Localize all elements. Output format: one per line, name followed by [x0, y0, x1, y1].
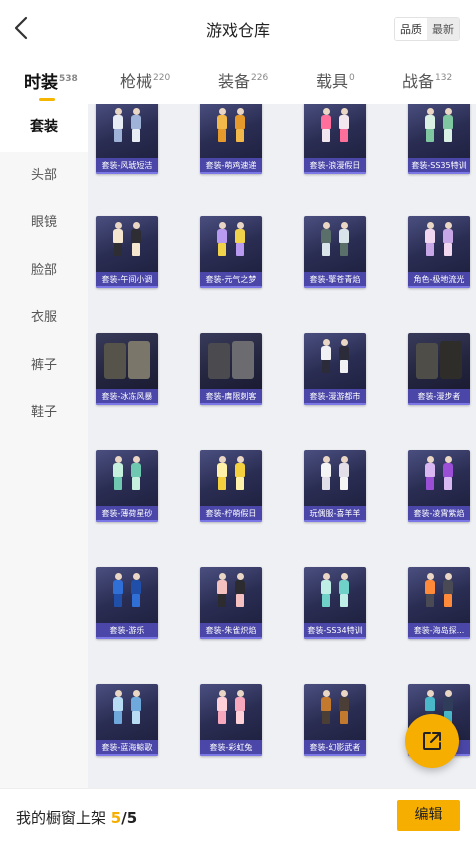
sidebar-item-glasses[interactable]: 眼镜 [0, 199, 88, 247]
tab-equipment[interactable]: 装备226 [218, 68, 268, 92]
item-card[interactable]: 玩偶服-喜羊羊 [304, 450, 366, 522]
item-label: 套装-SS35特训 [408, 158, 470, 174]
tab-guns[interactable]: 枪械220 [120, 68, 170, 92]
item-label: 套装-海岛探... [408, 623, 470, 639]
header: 游戏仓库 品质 最新 [0, 0, 476, 56]
tab-label: 枪械 [120, 72, 153, 91]
tab-label: 装备 [218, 72, 251, 91]
showcase-current-count: 5 [110, 809, 122, 827]
item-label: 套装-柠萌假日 [200, 506, 262, 522]
tab-fashion[interactable]: 时装538 [24, 68, 78, 101]
item-card[interactable]: 套装-午间小调 [96, 216, 158, 288]
item-card[interactable]: 套装-漫游都市 [304, 333, 366, 405]
category-tabs: 时装538 枪械220 装备226 载具0 战备132 [0, 56, 476, 104]
sort-quality-button[interactable]: 品质 [395, 18, 427, 40]
edit-button[interactable]: 编辑 [397, 800, 460, 831]
tab-vehicles[interactable]: 载具0 [316, 68, 355, 92]
item-label: 套装-SS34特训 [304, 623, 366, 639]
item-label: 套装-风琥短洁 [96, 158, 158, 174]
item-card[interactable]: 套装-冰冻风暴 [96, 333, 158, 405]
item-label: 套装-幻影武者 [304, 740, 366, 756]
item-label: 套装-游乐 [96, 623, 158, 639]
item-card[interactable]: 套装-海岛探... [408, 567, 470, 639]
tab-label: 时装 [24, 73, 58, 93]
item-card[interactable]: 套装-凌霄紫焰 [408, 450, 470, 522]
item-card[interactable]: 套装-游乐 [96, 567, 158, 639]
tab-label: 战备 [402, 72, 435, 91]
share-external-icon [423, 732, 441, 750]
tab-count: 0 [349, 73, 355, 83]
item-card[interactable]: 套装-蓝海鲸歌 [96, 684, 158, 756]
item-card[interactable]: 套装-幻影武者 [304, 684, 366, 756]
item-card[interactable]: 套装-朱雀炽焰 [200, 567, 262, 639]
item-label: 套装-薄荷星砂 [96, 506, 158, 522]
item-label: 套装-擎苍青焰 [304, 272, 366, 288]
item-label: 套装-萌鸡速递 [200, 158, 262, 174]
tab-count: 538 [59, 74, 78, 84]
sidebar-item-head[interactable]: 头部 [0, 152, 88, 200]
bottom-bar: 我的橱窗上架 5/5 编辑 [0, 788, 476, 843]
tab-count: 132 [435, 73, 453, 83]
item-card[interactable]: 套装-元气之梦 [200, 216, 262, 288]
item-card[interactable]: 套装-漫步者 [408, 333, 470, 405]
sidebar-item-shoes[interactable]: 鞋子 [0, 389, 88, 437]
showcase-status: 我的橱窗上架 5/5 [16, 807, 137, 828]
item-card[interactable]: 套装-膺限刺客 [200, 333, 262, 405]
showcase-total-count: 5 [126, 809, 138, 827]
sort-toggle: 品质 最新 [394, 17, 460, 41]
item-card[interactable]: 套装-萌鸡速递 [200, 104, 262, 174]
item-label: 套装-凌霄紫焰 [408, 506, 470, 522]
sidebar-item-pants[interactable]: 裤子 [0, 342, 88, 390]
item-label: 套装-蓝海鲸歌 [96, 740, 158, 756]
item-label: 套装-漫步者 [408, 389, 470, 405]
sidebar: 套装 头部 眼镜 脸部 衣服 裤子 鞋子 [0, 104, 88, 788]
item-card[interactable]: 套装-风琥短洁 [96, 104, 158, 174]
item-label: 套装-朱雀炽焰 [200, 623, 262, 639]
item-label: 角色-极地流光 [408, 272, 470, 288]
tab-count: 220 [153, 73, 171, 83]
item-card[interactable]: 套装-薄荷星砂 [96, 450, 158, 522]
tab-label: 载具 [316, 72, 349, 91]
item-label: 玩偶服-喜羊羊 [304, 506, 366, 522]
item-grid: 套装-风琥短洁 套装-萌鸡速递 套装-浪漫假日 套装-SS35特训 套装-午间小调 套装-… [88, 104, 476, 788]
item-label: 套装-元气之梦 [200, 272, 262, 288]
item-label: 套装-午间小调 [96, 272, 158, 288]
item-label: 套装-漫游都市 [304, 389, 366, 405]
tab-count: 226 [251, 73, 269, 83]
item-card[interactable]: 套装-SS35特训 [408, 104, 470, 174]
item-label: 套装-浪漫假日 [304, 158, 366, 174]
sidebar-item-face[interactable]: 脸部 [0, 247, 88, 295]
sidebar-item-suit[interactable]: 套装 [0, 104, 88, 152]
showcase-label: 我的橱窗上架 [16, 809, 107, 827]
item-card[interactable]: 套装-擎苍青焰 [304, 216, 366, 288]
item-card[interactable]: 套装-浪漫假日 [304, 104, 366, 174]
item-card[interactable]: 套装-SS34特训 [304, 567, 366, 639]
share-fab-button[interactable] [405, 714, 459, 768]
item-card[interactable]: 套装-彩虹兔 [200, 684, 262, 756]
tab-supplies[interactable]: 战备132 [402, 68, 452, 92]
item-label: 套装-冰冻风暴 [96, 389, 158, 405]
item-card[interactable]: 套装-柠萌假日 [200, 450, 262, 522]
item-label: 套装-彩虹兔 [200, 740, 262, 756]
item-card[interactable]: 角色-极地流光 [408, 216, 470, 288]
sidebar-item-clothes[interactable]: 衣服 [0, 294, 88, 342]
sort-newest-button[interactable]: 最新 [427, 18, 459, 40]
item-label: 套装-膺限刺客 [200, 389, 262, 405]
